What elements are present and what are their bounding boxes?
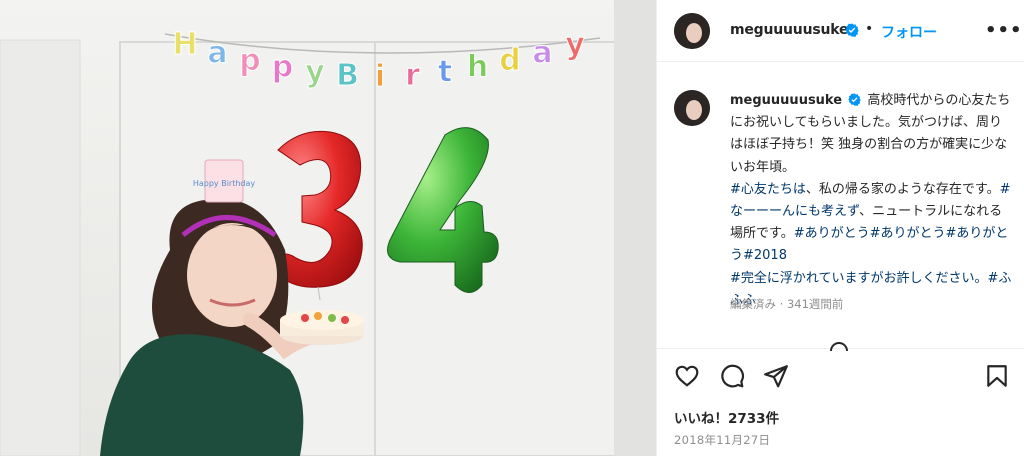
caption-text: 、私の帰る家のような存在です。 xyxy=(805,181,1000,197)
banner-letter: a xyxy=(207,35,227,70)
banner-letter: B xyxy=(336,58,359,93)
separator-dot: • xyxy=(865,21,874,37)
banner-letter: d xyxy=(499,43,520,78)
post-username[interactable]: meguuuuusuke xyxy=(730,22,848,38)
heart-icon[interactable] xyxy=(674,363,700,389)
banner-letter: i xyxy=(375,59,385,94)
post-actions-bar: いいね！2733件 2018年11月27日 xyxy=(657,342,1024,457)
banner-letter: y xyxy=(565,27,585,62)
banner-letter: r xyxy=(405,58,420,93)
hat-text: Happy Birthday xyxy=(193,179,256,188)
banner-letter: t xyxy=(438,55,452,90)
likes-count[interactable]: いいね！2733件 xyxy=(674,407,779,427)
post-side-panel: meguuuuusuke • フォロー ••• meguuuuusuke 高校時… xyxy=(656,0,1024,456)
post-header: meguuuuusuke • フォロー ••• xyxy=(657,0,1024,62)
post-date[interactable]: 2018年11月27日 xyxy=(674,432,770,448)
birthday-photo-illustration: HappyBirthday Happy Birthday xyxy=(0,0,656,456)
share-icon[interactable] xyxy=(763,363,789,389)
banner-letter: p xyxy=(239,43,260,78)
banner-letter: a xyxy=(532,35,552,70)
banner-letter: H xyxy=(172,27,197,62)
banner-letter: p xyxy=(272,50,293,85)
comment-icon[interactable] xyxy=(719,363,745,389)
verified-badge-icon xyxy=(845,23,859,37)
hashtag-link[interactable]: #心友たちは xyxy=(730,182,806,197)
more-icon[interactable]: ••• xyxy=(985,20,1023,41)
edited-timestamp: 編集済み · 341週間前 xyxy=(730,297,844,311)
scroll-indicator xyxy=(830,342,848,351)
post-photo[interactable]: HappyBirthday Happy Birthday xyxy=(0,0,656,456)
post-caption: meguuuuusuke 高校時代からの心友たちにお祝いしてもらいました。気がつ… xyxy=(730,90,1014,312)
avatar[interactable] xyxy=(674,13,710,49)
banner-letter: h xyxy=(467,50,488,85)
caption-username[interactable]: meguuuuusuke xyxy=(730,93,842,108)
bookmark-icon[interactable] xyxy=(984,363,1010,389)
follow-button[interactable]: フォロー xyxy=(881,22,937,42)
banner-letter: y xyxy=(305,55,325,90)
verified-badge-icon xyxy=(848,93,861,106)
caption-avatar[interactable] xyxy=(674,90,710,126)
birthday-cake xyxy=(280,310,364,345)
